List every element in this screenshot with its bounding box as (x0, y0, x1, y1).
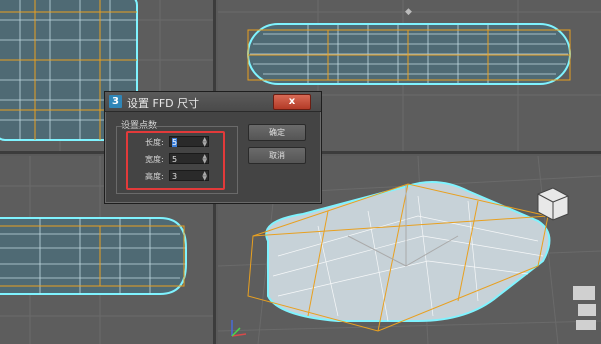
annotation-highlight-box (126, 131, 225, 190)
close-button[interactable]: x (273, 94, 311, 110)
ok-button[interactable]: 确定 (248, 124, 306, 141)
dialog-title: 设置 FFD 尺寸 (127, 97, 200, 110)
cancel-button[interactable]: 取消 (248, 147, 306, 164)
axis-marker: ◆ (405, 7, 412, 17)
app-icon: 3 (109, 95, 122, 108)
nav-wheel-icon[interactable] (573, 286, 596, 330)
dialog-titlebar[interactable]: 3 设置 FFD 尺寸 x (105, 92, 321, 112)
